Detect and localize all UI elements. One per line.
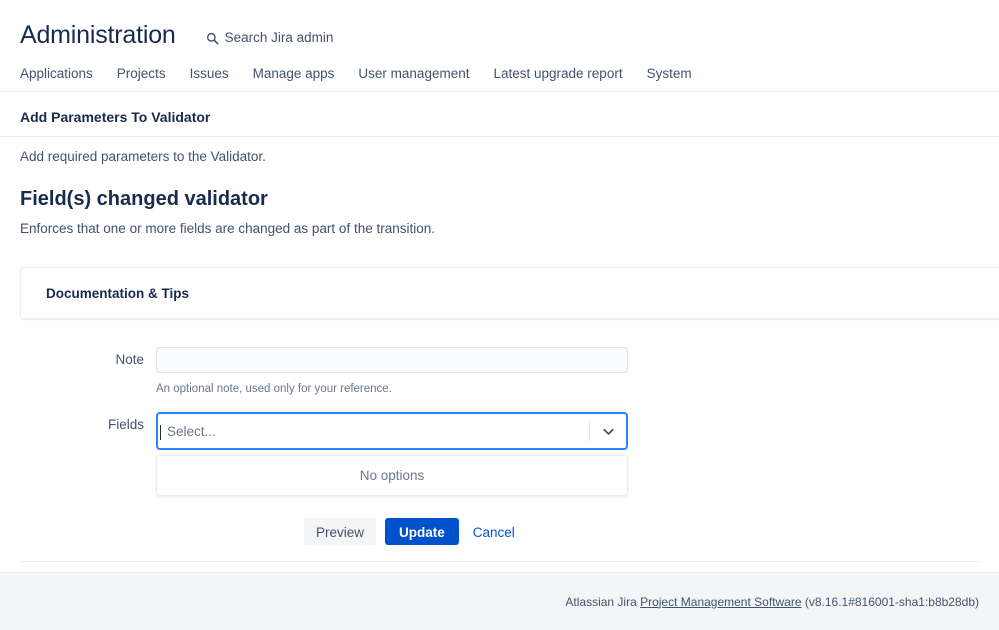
search-jira-admin-button[interactable]: Search Jira admin <box>206 30 334 46</box>
validator-parameters-form: Note An optional note, used only for you… <box>20 347 979 545</box>
note-form-row: Note An optional note, used only for you… <box>20 347 979 396</box>
documentation-and-tips-panel[interactable]: Documentation & Tips <box>20 267 999 319</box>
footer-text: Atlassian Jira Project Management Softwa… <box>565 594 979 610</box>
preview-button[interactable]: Preview <box>304 518 377 545</box>
validator-description: Enforces that one or more fields are cha… <box>20 221 435 236</box>
chevron-down-icon[interactable] <box>590 423 626 440</box>
search-icon <box>206 32 219 45</box>
fields-select-control[interactable]: Select... <box>156 412 628 450</box>
fields-select-no-options: No options <box>359 468 425 483</box>
text-caret-icon <box>160 424 161 440</box>
footer-product-link[interactable]: Project Management Software <box>640 595 801 609</box>
fields-form-row: Fields Select... No options <box>20 412 979 496</box>
fields-select-placeholder-wrap: Select... <box>158 423 589 440</box>
update-button[interactable]: Update <box>385 518 459 545</box>
content-bottom-divider <box>20 561 979 562</box>
admin-nav: Applications Projects Issues Manage apps… <box>0 56 999 92</box>
main-content: Add Parameters To Validator Add required… <box>0 108 999 545</box>
note-field-wrap: An optional note, used only for your ref… <box>156 347 628 396</box>
fields-label: Fields <box>107 417 144 432</box>
search-jira-admin-label: Search Jira admin <box>224 30 334 45</box>
nav-item-applications[interactable]: Applications <box>20 56 105 92</box>
admin-header: Administration Search Jira admin <box>0 0 999 56</box>
nav-item-user-management[interactable]: User management <box>346 56 481 92</box>
nav-item-issues[interactable]: Issues <box>178 56 241 92</box>
section-description: Add required parameters to the Validator… <box>20 149 266 164</box>
note-label: Note <box>115 352 144 367</box>
form-button-row: Preview Update Cancel <box>156 518 979 545</box>
validator-title: Field(s) changed validator <box>20 188 268 210</box>
nav-item-manage-apps[interactable]: Manage apps <box>241 56 347 92</box>
page-title: Administration <box>20 21 176 49</box>
nav-item-latest-upgrade-report[interactable]: Latest upgrade report <box>481 56 634 92</box>
section-title: Add Parameters To Validator <box>20 109 211 125</box>
note-hint: An optional note, used only for your ref… <box>156 383 392 395</box>
documentation-and-tips-label: Documentation & Tips <box>46 285 190 301</box>
fields-select-wrap: Select... No options <box>156 412 628 496</box>
footer-prefix: Atlassian Jira <box>565 594 641 609</box>
page-footer: Atlassian Jira Project Management Softwa… <box>0 572 999 630</box>
cancel-button[interactable]: Cancel <box>463 518 525 545</box>
fields-select-menu[interactable]: No options <box>156 455 628 496</box>
nav-item-projects[interactable]: Projects <box>105 56 178 92</box>
section-divider <box>0 136 999 137</box>
nav-item-system[interactable]: System <box>635 56 704 92</box>
footer-version: (v8.16.1#816001-sha1:b8b28db) <box>801 594 979 609</box>
note-input[interactable] <box>156 347 628 373</box>
fields-select-placeholder: Select... <box>167 423 216 439</box>
